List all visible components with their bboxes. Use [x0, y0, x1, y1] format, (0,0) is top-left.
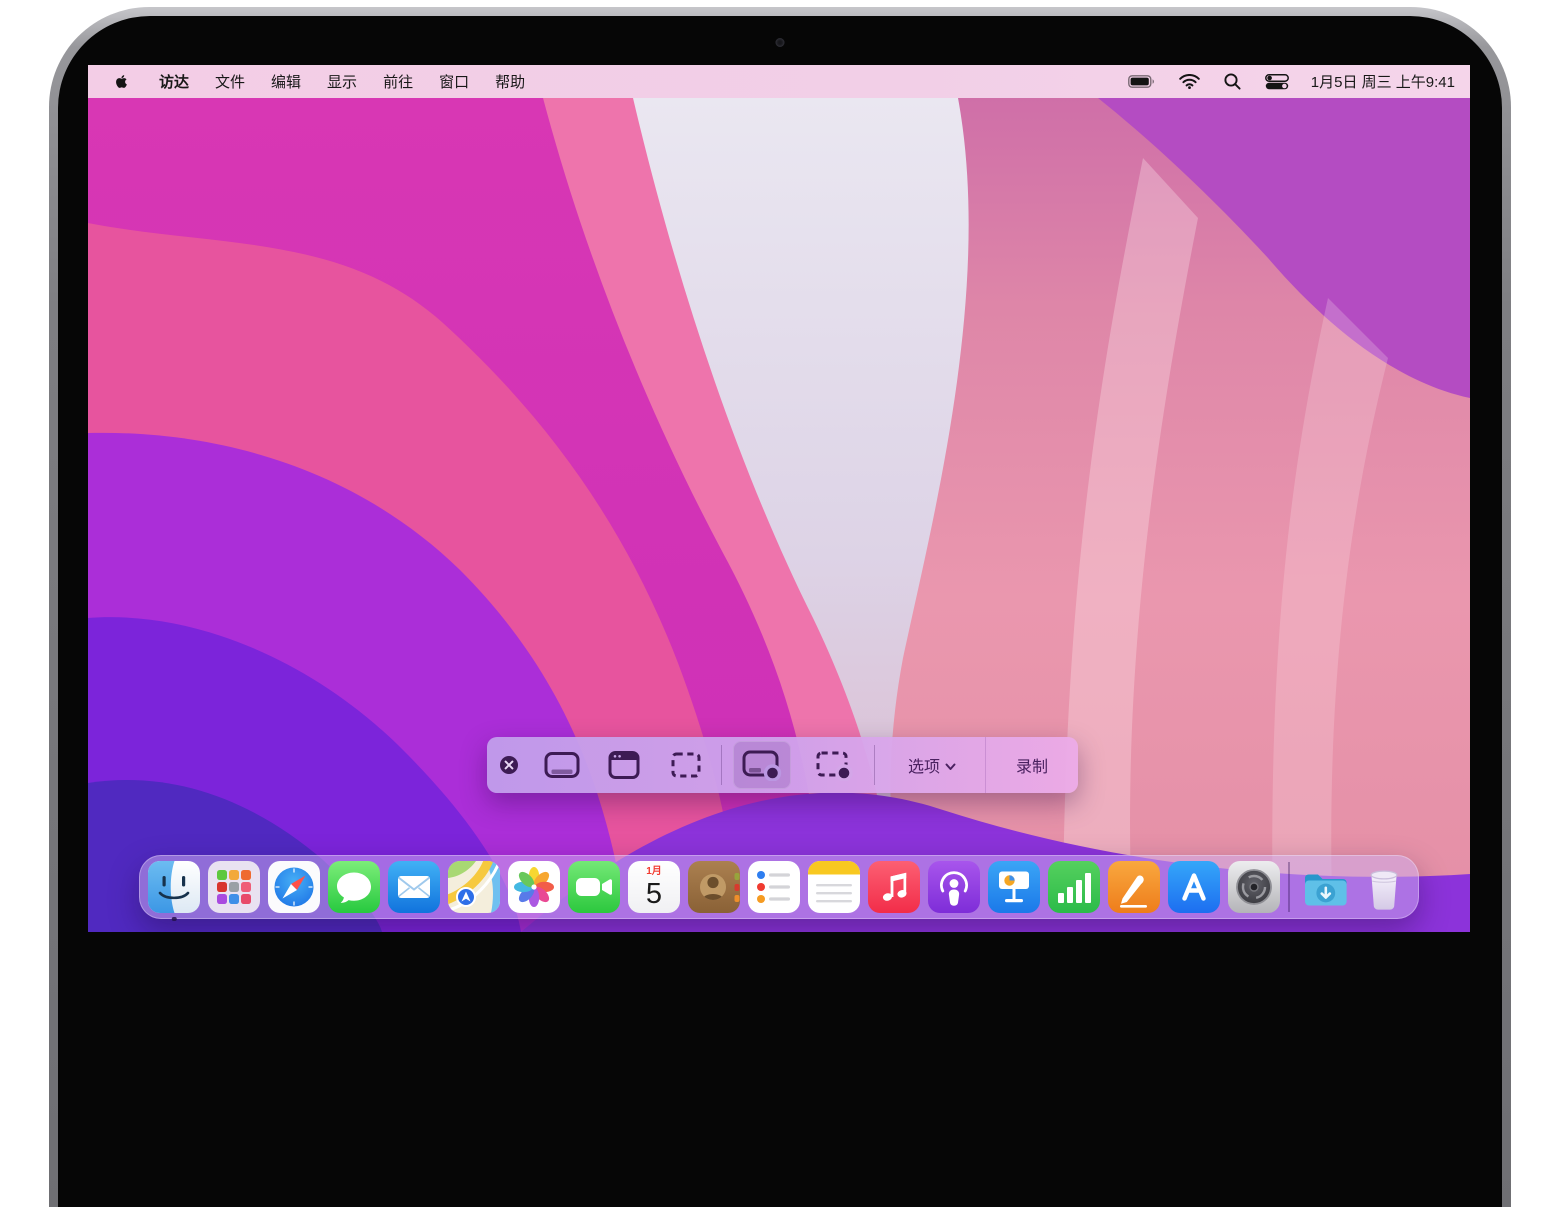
screen: 访达 文件 编辑 显示 前往 窗口 帮助 1月5日 周三 上午9:41 选项 录… — [88, 65, 1470, 932]
spotlight-search[interactable] — [1212, 65, 1253, 98]
dock-maps-icon[interactable] — [448, 861, 500, 913]
control-center[interactable] — [1253, 65, 1301, 98]
menu-item-edit[interactable]: 编辑 — [258, 65, 314, 98]
apple-menu[interactable] — [103, 65, 140, 98]
toolbar-divider — [721, 745, 722, 785]
spotlight-search-icon — [1224, 73, 1241, 90]
dock-contacts-icon[interactable] — [688, 861, 740, 913]
capture-entire-screen-icon — [544, 752, 580, 778]
dock-mail-icon[interactable] — [388, 861, 440, 913]
record-label: 录制 — [1015, 759, 1048, 776]
chevron-down-icon — [945, 763, 956, 770]
dock-separator — [1288, 862, 1290, 912]
dock-pages-icon[interactable] — [1108, 861, 1160, 913]
wifi-status[interactable] — [1167, 65, 1212, 98]
calendar-month-label: 1月 — [646, 865, 662, 877]
dock-trash-icon[interactable] — [1358, 861, 1410, 913]
menu-item-view[interactable]: 显示 — [314, 65, 370, 98]
dock-podcasts-icon[interactable] — [928, 861, 980, 913]
apple-logo-icon — [116, 75, 127, 88]
record-button[interactable]: 录制 — [985, 737, 1078, 793]
dock-system-preferences-icon[interactable] — [1228, 861, 1280, 913]
menu-item-label: 访达 — [159, 74, 190, 91]
battery-icon — [1127, 75, 1154, 88]
dock-downloads-folder-icon[interactable] — [1298, 861, 1350, 913]
menu-bar-clock[interactable]: 1月5日 周三 上午9:41 — [1301, 71, 1455, 92]
capture-selected-window-icon — [608, 751, 640, 779]
menu-item-finder[interactable]: 访达 — [146, 65, 202, 98]
record-selected-portion-icon — [816, 751, 853, 781]
dock-app-store-icon[interactable] — [1168, 861, 1220, 913]
menu-item-help[interactable]: 帮助 — [482, 65, 538, 98]
dock-keynote-icon[interactable] — [988, 861, 1040, 913]
capture-entire-screen-button[interactable] — [531, 737, 593, 793]
webcam-camera — [775, 38, 785, 47]
menu-item-go[interactable]: 前往 — [370, 65, 426, 98]
menu-item-label: 帮助 — [495, 74, 526, 91]
dock-safari-icon[interactable] — [268, 861, 320, 913]
close-button[interactable] — [487, 737, 531, 793]
dock-finder-icon[interactable] — [148, 861, 200, 921]
dock-reminders-icon[interactable] — [748, 861, 800, 913]
capture-selected-portion-icon — [671, 752, 701, 778]
record-selected-portion-button[interactable] — [798, 737, 870, 793]
wifi-icon — [1178, 74, 1200, 89]
dock-facetime-icon[interactable] — [568, 861, 620, 913]
menu-bar: 访达 文件 编辑 显示 前往 窗口 帮助 1月5日 周三 上午9:41 — [88, 65, 1470, 98]
dock-photos-icon[interactable] — [508, 861, 560, 913]
capture-selected-portion-button[interactable] — [655, 737, 717, 793]
menu-item-window[interactable]: 窗口 — [426, 65, 482, 98]
menu-item-label: 编辑 — [271, 74, 302, 91]
finder-running-indicator — [171, 916, 177, 921]
menu-item-label: 窗口 — [439, 74, 470, 91]
menu-item-label: 文件 — [215, 74, 246, 91]
calendar-day-label: 5 — [646, 878, 662, 910]
dock-notes-icon[interactable] — [808, 861, 860, 913]
options-label: 选项 — [907, 759, 940, 776]
menu-item-file[interactable]: 文件 — [202, 65, 258, 98]
control-center-icon — [1264, 73, 1289, 89]
desktop-wallpaper — [88, 98, 1470, 932]
battery-status[interactable] — [1116, 65, 1167, 98]
menu-item-label: 显示 — [327, 74, 358, 91]
record-entire-screen-button[interactable] — [733, 741, 791, 789]
close-icon — [500, 756, 518, 774]
dock-music-icon[interactable] — [868, 861, 920, 913]
toolbar-divider — [874, 745, 875, 785]
options-button[interactable]: 选项 — [879, 737, 985, 793]
screenshot-toolbar: 选项 录制 — [487, 737, 1078, 793]
dock-calendar-icon[interactable]: 1月 5 — [628, 861, 680, 913]
dock-numbers-icon[interactable] — [1048, 861, 1100, 913]
dock: 1月 5 — [139, 855, 1419, 921]
menu-item-label: 前往 — [383, 74, 414, 91]
capture-selected-window-button[interactable] — [593, 737, 655, 793]
dock-launchpad-icon[interactable] — [208, 861, 260, 913]
dock-messages-icon[interactable] — [328, 861, 380, 913]
record-entire-screen-icon — [742, 750, 782, 781]
